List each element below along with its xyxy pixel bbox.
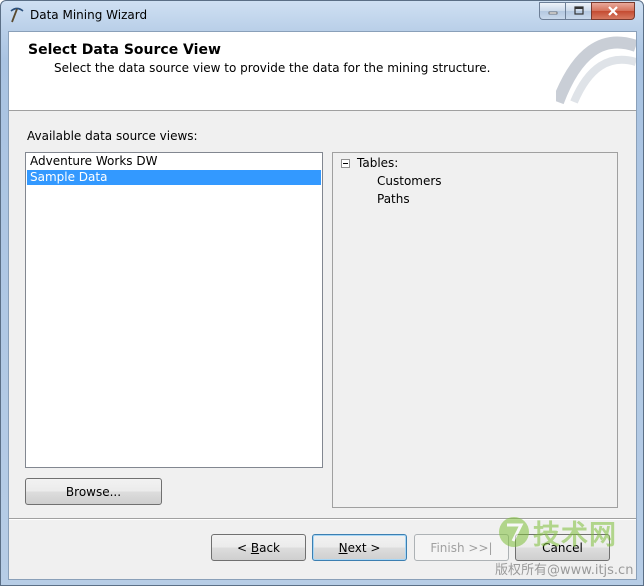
minimize-button[interactable]: [539, 2, 565, 20]
page-title: Select Data Source View: [28, 42, 221, 58]
browse-button[interactable]: Browse...: [25, 478, 162, 505]
tree-node-tables-label: Tables:: [357, 156, 399, 170]
available-views-label: Available data source views:: [27, 129, 198, 143]
tree-node-customers[interactable]: Customers: [377, 174, 442, 188]
close-icon: [608, 6, 618, 16]
list-item-sample-data[interactable]: Sample Data: [27, 170, 321, 185]
collapse-icon[interactable]: [341, 158, 350, 168]
wizard-client-area: Select Data Source View Select the data …: [8, 31, 637, 580]
tables-tree: Tables: Customers Paths: [332, 152, 618, 508]
next-button-label: Next >: [338, 540, 381, 555]
minimize-icon: [548, 11, 557, 15]
wizard-banner-art: [556, 36, 636, 105]
finish-button-label: Finish >>|: [430, 540, 493, 555]
tree-node-tables[interactable]: Tables:: [341, 156, 398, 170]
wizard-window: Data Mining Wizard Select Data Source Vi…: [0, 0, 644, 586]
watermark-logo-icon: [499, 517, 529, 547]
watermark: 技术网 版权所有@www.itjs.cn: [495, 511, 635, 581]
tree-node-paths[interactable]: Paths: [377, 192, 410, 206]
title-bar[interactable]: Data Mining Wizard: [1, 1, 643, 31]
back-button-label: < Back: [236, 540, 280, 555]
caption-buttons: [539, 2, 635, 20]
list-item-adventure-works-dw[interactable]: Adventure Works DW: [27, 154, 321, 169]
next-button[interactable]: Next >: [312, 534, 407, 561]
data-source-view-list[interactable]: Adventure Works DW Sample Data: [25, 152, 323, 468]
watermark-brand: 技术网: [533, 520, 617, 551]
maximize-icon: [573, 6, 584, 15]
close-button[interactable]: [591, 2, 635, 20]
back-button[interactable]: < Back: [211, 534, 306, 561]
maximize-button[interactable]: [565, 2, 591, 20]
wizard-header: Select Data Source View Select the data …: [9, 32, 636, 111]
window-title: Data Mining Wizard: [30, 8, 148, 22]
page-subtitle: Select the data source view to provide t…: [54, 61, 491, 75]
pickaxe-icon: [10, 7, 24, 23]
watermark-url: 版权所有@www.itjs.cn: [495, 563, 634, 578]
